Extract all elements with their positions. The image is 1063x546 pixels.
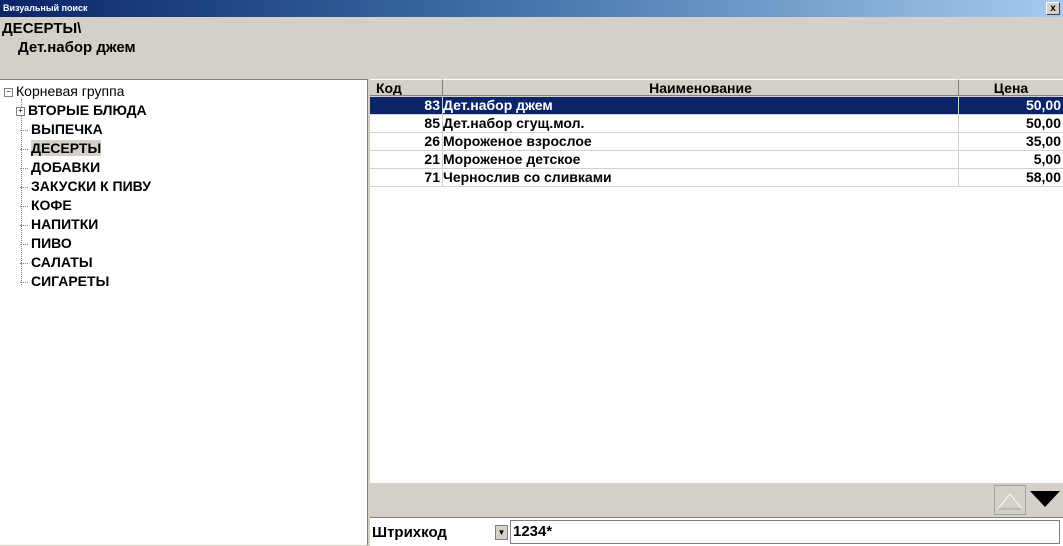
table-row[interactable]: 26 Мороженое взрослое 35,00	[370, 133, 1063, 151]
table-row[interactable]: 85 Дет.набор сгущ.мол. 50,00	[370, 115, 1063, 133]
group-tree[interactable]: − Корневая группа + ВТОРЫЕ БЛЮДА ВЫПЕЧКА Д…	[0, 79, 368, 545]
tree-root-item[interactable]: − Корневая группа	[4, 83, 124, 99]
cell-code: 26	[370, 133, 443, 151]
search-input[interactable]: 1234*	[510, 520, 1060, 544]
close-button[interactable]: x	[1046, 2, 1060, 15]
cell-price: 58,00	[959, 169, 1063, 187]
navigation-bar	[370, 483, 1063, 517]
tree-item-zakuski[interactable]: ЗАКУСКИ К ПИВУ	[20, 178, 151, 194]
table-row[interactable]: 83 Дет.набор джем 50,00	[370, 97, 1063, 115]
tree-item-pivo[interactable]: ПИВО	[20, 235, 72, 251]
cell-name: Дет.набор джем	[443, 97, 959, 115]
tree-item-dobavki[interactable]: ДОБАВКИ	[20, 159, 100, 175]
tree-item-salaty[interactable]: САЛАТЫ	[20, 254, 93, 270]
chevron-down-icon[interactable]: ▼	[495, 525, 508, 540]
cell-price: 50,00	[959, 115, 1063, 133]
selected-item-name: Дет.набор джем	[18, 39, 136, 56]
tree-root-label: Корневая группа	[16, 83, 125, 99]
cell-code: 71	[370, 169, 443, 187]
tree-item-deserty[interactable]: ДЕСЕРТЫ	[20, 140, 102, 156]
group-path: ДЕСЕРТЫ\	[2, 20, 82, 37]
table-row[interactable]: 21 Мороженое детское 5,00	[370, 151, 1063, 169]
cell-code: 85	[370, 115, 443, 133]
column-header-price[interactable]: Цена	[959, 79, 1063, 96]
tree-item-vtorye-blyuda[interactable]: + ВТОРЫЕ БЛЮДА	[16, 102, 147, 118]
table-row[interactable]: 71 Чернослив со сливками 58,00	[370, 169, 1063, 187]
tree-branch-line	[20, 148, 28, 150]
search-type-select[interactable]: Штрихкод	[372, 524, 447, 541]
tree-item-kofe[interactable]: КОФЕ	[20, 197, 72, 213]
window-title: Визуальный поиск	[3, 3, 88, 13]
cell-name: Мороженое взрослое	[443, 133, 959, 151]
cell-price: 50,00	[959, 97, 1063, 115]
triangle-down-icon	[1030, 491, 1060, 507]
column-header-name[interactable]: Наименование	[443, 79, 959, 96]
items-grid[interactable]: Код Наименование Цена 83 Дет.набор джем …	[370, 79, 1063, 483]
cell-price: 35,00	[959, 133, 1063, 151]
scroll-down-button[interactable]	[1028, 485, 1062, 515]
tree-branch-line	[20, 205, 28, 207]
tree-branch-line	[20, 243, 28, 245]
cell-code: 21	[370, 151, 443, 169]
tree-branch-line	[20, 129, 28, 131]
tree-branch-line	[20, 262, 28, 264]
grid-header: Код Наименование Цена	[370, 79, 1063, 97]
title-bar: Визуальный поиск x	[0, 0, 1063, 17]
search-bar: Штрихкод ▼ 1234*	[370, 517, 1063, 546]
scroll-up-button[interactable]	[994, 485, 1026, 515]
tree-branch-line	[20, 186, 28, 188]
tree-item-sigarety[interactable]: СИГАРЕТЫ	[20, 273, 109, 289]
expand-icon[interactable]: +	[16, 106, 25, 116]
column-header-code[interactable]: Код	[370, 79, 443, 96]
tree-branch-line	[20, 167, 28, 169]
cell-price: 5,00	[959, 151, 1063, 169]
collapse-icon[interactable]: −	[4, 87, 13, 97]
tree-item-napitki[interactable]: НАПИТКИ	[20, 216, 98, 232]
cell-name: Дет.набор сгущ.мол.	[443, 115, 959, 133]
triangle-up-icon	[996, 493, 1024, 510]
tree-branch-line	[20, 224, 28, 226]
cell-name: Чернослив со сливками	[443, 169, 959, 187]
tree-item-vypechka[interactable]: ВЫПЕЧКА	[20, 121, 103, 137]
cell-code: 83	[370, 97, 443, 115]
tree-branch-line	[20, 281, 28, 283]
cell-name: Мороженое детское	[443, 151, 959, 169]
